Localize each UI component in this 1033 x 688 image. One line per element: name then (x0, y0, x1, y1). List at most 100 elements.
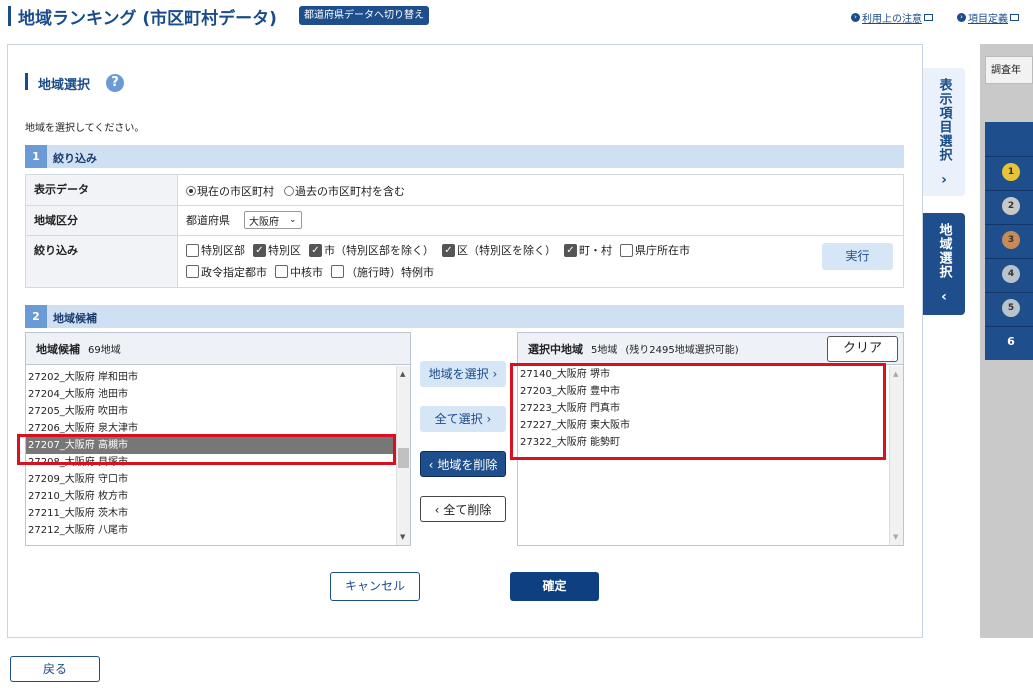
prefecture-value: 大阪府 (249, 216, 279, 228)
candidate-header: 地域候補 69地域 (26, 333, 410, 365)
candidate-item[interactable]: 27205_大阪府 吹田市 (26, 403, 395, 420)
check-ward[interactable]: ✓ 区（特別区を除く） (442, 242, 556, 258)
checkbox-icon (275, 265, 288, 278)
region-type-label: 地域区分 (26, 206, 178, 235)
checkbox-icon (186, 265, 199, 278)
survey-year-header: 調査年 (985, 56, 1033, 84)
remove-region-label: 地域を削除 (437, 458, 498, 472)
ranking-side-panel: 調査年 1 2 3 4 5 6 (980, 44, 1033, 638)
bronze-medal-icon: 3 (1002, 231, 1020, 249)
candidate-item[interactable]: 27211_大阪府 茨木市 (26, 505, 395, 522)
check-special-city[interactable]: （施行時）特例市 (331, 264, 434, 280)
check-town-village[interactable]: ✓ 町・村 (564, 242, 612, 258)
highlight-selected (510, 363, 886, 460)
radio-current-label: 現在の市区町村 (197, 185, 274, 198)
rank-2: 2 (985, 190, 1033, 224)
highlight-candidate (17, 434, 396, 465)
select-region-button[interactable]: 地域を選択 › (420, 361, 506, 387)
step2-number: 2 (25, 305, 47, 328)
selected-count: 5地域 (591, 345, 618, 356)
arrow-right-icon: › (851, 13, 860, 22)
check-label: （施行時）特例市 (346, 265, 434, 279)
check-label: 県庁所在市 (635, 244, 690, 257)
candidate-item[interactable]: 27212_大阪府 八尾市 (26, 522, 395, 539)
filter-row: 絞り込み 特別区部 ✓ 特別区 ✓ 市（特別区部を除く） ✓ 区（特別区を除く） ✓ 町… (26, 236, 903, 287)
section-title: 地域選択 (38, 78, 91, 93)
candidate-title: 地域候補 (36, 343, 80, 356)
check-designated-city[interactable]: 政令指定都市 (186, 264, 267, 280)
filter-label: 絞り込み (26, 236, 178, 287)
step2-header: 2 地域候補 (25, 305, 904, 328)
page-title: 地域ランキング (市区町村データ) (18, 9, 277, 29)
scrollbar-thumb[interactable] (398, 448, 409, 468)
step1-label: 絞り込み (53, 152, 97, 165)
chevron-left-icon: ‹ (428, 458, 434, 472)
tab-region-select-label: 地域選択 (936, 223, 952, 279)
remove-region-button[interactable]: ‹ 地域を削除 (420, 451, 506, 477)
rank-4: 4 (985, 258, 1033, 292)
select-all-button[interactable]: 全て選択 › (420, 406, 506, 432)
candidate-item[interactable]: 27202_大阪府 岸和田市 (26, 369, 395, 386)
instruction-text: 地域を選択してください。 (25, 123, 145, 134)
prefecture-select[interactable]: 大阪府 ⌄ (244, 211, 302, 229)
selected-remaining: (残り2495地域選択可能) (625, 345, 739, 356)
select-all-label: 全て選択 (434, 412, 483, 426)
external-window-icon (1010, 14, 1019, 21)
rank-5: 5 (985, 292, 1033, 326)
select-region-label: 地域を選択 (428, 367, 489, 381)
tab-display-items[interactable]: 表示項目選択 › (923, 68, 965, 196)
check-core-city[interactable]: 中核市 (275, 264, 323, 280)
title-accent-bar (8, 6, 11, 26)
region-type-row: 地域区分 都道府県 大阪府 ⌄ (26, 206, 903, 236)
scroll-down-icon[interactable]: ▼ (893, 533, 898, 541)
medal-4-icon: 4 (1002, 265, 1020, 283)
step2-label: 地域候補 (53, 312, 97, 325)
candidate-item[interactable]: 27209_大阪府 守口市 (26, 471, 395, 488)
tab-region-select[interactable]: 地域選択 ‹ (923, 213, 965, 315)
chevron-left-icon: ‹ (434, 503, 440, 517)
item-definition-label: 項目定義 (968, 14, 1008, 25)
cancel-button[interactable]: キャンセル (330, 572, 420, 601)
remove-all-button[interactable]: ‹ 全て削除 (420, 496, 506, 522)
display-data-row: 表示データ 現在の市区町村 過去の市区町村を含む (26, 175, 903, 206)
execute-button[interactable]: 実行 (822, 243, 893, 270)
check-label: 中核市 (290, 265, 323, 279)
check-capital-city[interactable]: 県庁所在市 (620, 242, 690, 258)
candidate-item[interactable]: 27204_大阪府 池田市 (26, 386, 395, 403)
check-special-ward-area[interactable]: 特別区部 (186, 242, 245, 258)
scroll-up-icon[interactable]: ▲ (400, 370, 405, 378)
switch-to-prefecture-button[interactable]: 都道府県データへ切り替え (299, 6, 429, 25)
clear-button[interactable]: クリア (827, 336, 898, 362)
radio-current[interactable]: 現在の市区町村 (186, 183, 274, 199)
filter-table: 表示データ 現在の市区町村 過去の市区町村を含む 地域区分 都道府県 大阪府 ⌄ … (25, 174, 904, 288)
gold-medal-icon: 1 (1002, 163, 1020, 181)
check-label: 市（特別区部を除く） (324, 244, 434, 257)
scroll-up-icon[interactable]: ▲ (893, 370, 898, 378)
item-definition-link[interactable]: › 項目定義 (957, 10, 1019, 25)
rank-6: 6 (985, 326, 1033, 360)
check-city[interactable]: ✓ 市（特別区部を除く） (309, 242, 434, 258)
remove-all-label: 全て削除 (443, 503, 492, 517)
usage-notes-label: 利用上の注意 (862, 14, 922, 25)
checkbox-icon (186, 243, 199, 257)
chevron-right-icon: › (492, 367, 498, 381)
check-label: 政令指定都市 (201, 265, 267, 279)
radio-past[interactable]: 過去の市区町村を含む (284, 183, 405, 199)
external-window-icon (924, 14, 933, 21)
back-button[interactable]: 戻る (10, 656, 100, 682)
selected-scrollbar[interactable]: ▲ ▼ (889, 366, 903, 545)
checkbox-checked-icon: ✓ (564, 243, 577, 257)
check-special-ward[interactable]: ✓ 特別区 (253, 242, 301, 258)
help-icon[interactable]: ? (106, 74, 124, 92)
confirm-button[interactable]: 確定 (510, 572, 599, 601)
usage-notes-link[interactable]: › 利用上の注意 (851, 10, 933, 25)
checkbox-icon (331, 265, 344, 278)
candidate-item[interactable]: 27210_大阪府 枚方市 (26, 488, 395, 505)
chevron-left-icon: ‹ (941, 289, 947, 305)
scroll-down-icon[interactable]: ▼ (400, 533, 405, 541)
step1-number: 1 (25, 145, 47, 168)
chevron-right-icon: › (486, 412, 492, 426)
chevron-right-icon: › (941, 172, 947, 188)
check-label: 町・村 (579, 244, 612, 257)
candidate-scrollbar[interactable]: ▲ ▼ (396, 366, 410, 545)
